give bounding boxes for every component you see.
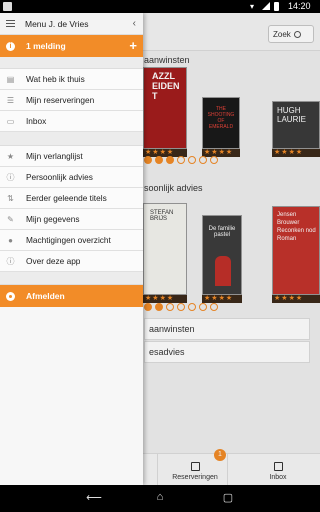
notification-label: 1 melding <box>26 41 66 51</box>
battery-icon <box>274 2 279 11</box>
star-icon: ★ <box>6 151 15 161</box>
menu-item-machtigingen-overzicht[interactable]: ● Machtigingen overzicht <box>0 230 143 251</box>
system-nav-bar: ⟵ ⌂ ▢ <box>0 485 320 512</box>
drawer-header[interactable]: Menu J. de Vries ‹ <box>0 13 143 35</box>
logout-label: Afmelden <box>26 291 65 301</box>
menu-item-label: Mijn gegevens <box>26 214 80 224</box>
chevron-left-icon[interactable]: ‹ <box>133 18 136 29</box>
menu-item-mijn-gegevens[interactable]: ✎ Mijn gegevens <box>0 209 143 230</box>
app-window: Zoek aanwinsten AZZL EIDEN T ★ ★ ★ ★ THE SH… <box>0 13 320 485</box>
divider <box>0 132 143 146</box>
menu-item-label: Over deze app <box>26 256 81 266</box>
menu-item-label: Persoonlijk advies <box>26 172 93 182</box>
menu-item-mijn-reserveringen[interactable]: ☰ Mijn reserveringen <box>0 90 143 111</box>
info-icon: i <box>6 41 15 51</box>
menu-item-label: Wat heb ik thuis <box>26 74 85 84</box>
divider <box>0 272 143 285</box>
info-icon: ⓘ <box>6 172 15 182</box>
menu-item-over-deze-app[interactable]: ⓘ Over deze app <box>0 251 143 272</box>
menu-icon <box>6 19 15 28</box>
sort-icon: ⇅ <box>7 193 14 203</box>
recent-apps-icon[interactable]: ▢ <box>218 491 238 505</box>
drawer-title: Menu J. de Vries <box>25 18 89 29</box>
divider <box>0 57 143 69</box>
menu-item-wat-heb-ik-thuis[interactable]: ▤ Wat heb ik thuis <box>0 69 143 90</box>
clock: 14:20 <box>288 1 311 11</box>
menu-item-label: Mijn reserveringen <box>26 95 95 105</box>
menu-item-label: Mijn verlanglijst <box>26 151 83 161</box>
navigation-drawer: Menu J. de Vries ‹ i 1 melding + ▤ Wat h… <box>0 13 143 485</box>
signal-icon <box>262 2 270 10</box>
menu-item-label: Machtigingen overzicht <box>26 235 111 245</box>
back-icon[interactable]: ⟵ <box>84 491 104 505</box>
logout-button[interactable]: Afmelden <box>0 285 143 307</box>
menu-item-persoonlijk-advies[interactable]: ⓘ Persoonlijk advies <box>0 167 143 188</box>
status-bar: ▾ 14:20 <box>0 0 320 13</box>
notification-row[interactable]: i 1 melding + <box>0 35 143 57</box>
plus-icon[interactable]: + <box>129 38 137 53</box>
book-icon: ▤ <box>6 74 15 84</box>
list-icon: ☰ <box>6 95 15 105</box>
menu-item-label: Eerder geleende titels <box>26 193 107 203</box>
notification-icon <box>3 2 12 11</box>
menu-item-inbox[interactable]: ▭ Inbox <box>0 111 143 132</box>
home-icon[interactable]: ⌂ <box>150 491 170 505</box>
edit-icon: ✎ <box>7 214 14 224</box>
people-icon: ● <box>8 235 13 245</box>
menu-item-mijn-verlanglijst[interactable]: ★ Mijn verlanglijst <box>0 146 143 167</box>
menu-item-eerder-geleende-titels[interactable]: ⇅ Eerder geleende titels <box>0 188 143 209</box>
menu-item-label: Inbox <box>26 116 47 126</box>
info-icon: ⓘ <box>6 256 15 266</box>
wifi-icon: ▾ <box>250 2 255 11</box>
inbox-icon: ▭ <box>6 116 15 126</box>
power-icon <box>6 291 15 301</box>
